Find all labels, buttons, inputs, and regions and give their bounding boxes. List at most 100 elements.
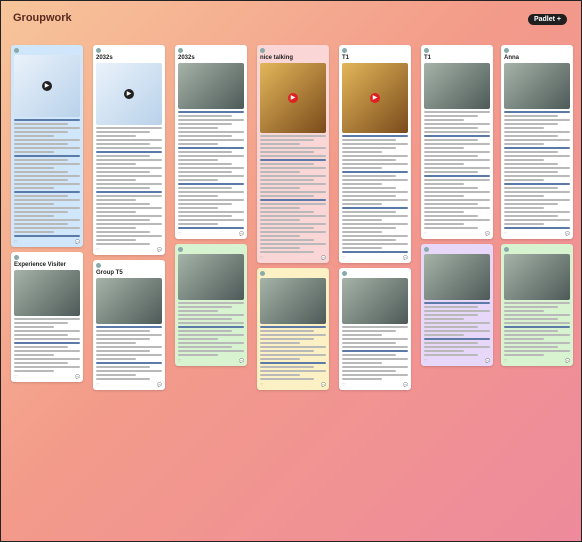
post-card[interactable]: ♡ 💬 — [421, 244, 493, 366]
text-line — [178, 211, 244, 213]
post-card[interactable]: 2032s ♡ 💬 — [175, 45, 247, 239]
text-line — [14, 227, 80, 229]
comment-icon[interactable]: 💬 — [321, 255, 326, 260]
like-icon[interactable]: ♡ — [504, 231, 508, 236]
post-card[interactable]: ♡ 💬 — [501, 244, 573, 366]
text-line — [504, 350, 570, 352]
photo-attachment[interactable] — [424, 63, 490, 109]
post-card[interactable]: nice talking ▶ ♡ 💬 — [257, 45, 329, 263]
like-icon[interactable]: ♡ — [424, 358, 428, 363]
text-line — [260, 191, 326, 193]
post-author — [96, 263, 162, 268]
comment-icon[interactable]: 💬 — [157, 247, 162, 252]
play-icon[interactable]: ▶ — [370, 93, 380, 103]
photo-attachment[interactable]: ▶ — [260, 63, 326, 133]
post-card[interactable]: Experience Visiter ♡ 💬 — [11, 252, 83, 382]
photo-attachment[interactable] — [504, 254, 570, 300]
text-line — [96, 199, 136, 201]
post-card[interactable]: T1 ▶ ♡ 💬 — [339, 45, 411, 263]
comment-icon[interactable]: 💬 — [75, 374, 80, 379]
text-line — [260, 366, 315, 368]
comment-icon[interactable]: 💬 — [403, 255, 408, 260]
text-line — [424, 195, 464, 197]
text-line — [178, 135, 233, 137]
post-body — [96, 127, 162, 245]
comment-icon[interactable]: 💬 — [321, 382, 326, 387]
post-card[interactable]: T1 ♡ 💬 — [421, 45, 493, 239]
comment-icon[interactable]: 💬 — [403, 382, 408, 387]
plus-icon[interactable]: + — [557, 16, 561, 23]
text-line — [14, 127, 80, 129]
photo-attachment[interactable]: ▶ — [342, 63, 408, 133]
like-icon[interactable]: ♡ — [14, 374, 18, 379]
post-title: T1 — [342, 55, 350, 61]
post-card[interactable]: Anna ♡ 💬 — [501, 45, 573, 239]
text-line — [178, 318, 233, 320]
padlet-brand-button[interactable]: Padlet + — [527, 14, 567, 25]
comment-icon[interactable]: 💬 — [565, 231, 570, 236]
post-body — [504, 302, 570, 356]
like-icon[interactable]: ♡ — [342, 382, 346, 387]
text-line — [342, 247, 382, 249]
text-line — [260, 167, 326, 169]
post-card[interactable]: Group T5 ♡ 💬 — [93, 260, 165, 390]
post-card[interactable]: ▶ ♡ 💬 — [11, 45, 83, 247]
like-icon[interactable]: ♡ — [14, 239, 18, 244]
comment-icon[interactable]: 💬 — [565, 358, 570, 363]
text-line — [178, 187, 233, 189]
text-line — [96, 167, 162, 169]
photo-attachment[interactable] — [342, 278, 408, 324]
post-card[interactable]: ♡ 💬 — [257, 268, 329, 390]
like-icon[interactable]: ♡ — [260, 382, 264, 387]
comment-icon[interactable]: 💬 — [75, 239, 80, 244]
photo-attachment[interactable] — [178, 63, 244, 109]
comment-icon[interactable]: 💬 — [485, 231, 490, 236]
like-icon[interactable]: ♡ — [504, 358, 508, 363]
post-card[interactable]: ♡ 💬 — [339, 268, 411, 390]
play-icon[interactable]: ▶ — [124, 89, 134, 99]
like-icon[interactable]: ♡ — [424, 231, 428, 236]
map-attachment[interactable]: ▶ — [96, 63, 162, 125]
like-icon[interactable]: ♡ — [96, 247, 100, 252]
like-icon[interactable]: ♡ — [178, 231, 182, 236]
like-icon[interactable]: ♡ — [96, 382, 100, 387]
comment-icon[interactable]: 💬 — [239, 231, 244, 236]
text-line — [424, 318, 464, 320]
board-column: ▶ ♡ 💬 Experience Visiter ♡ 💬 — [11, 45, 83, 387]
text-line — [342, 251, 408, 253]
play-icon[interactable]: ▶ — [42, 81, 52, 91]
post-card[interactable]: 2032s ▶ ♡ 💬 — [93, 45, 165, 255]
map-attachment[interactable]: ▶ — [14, 55, 80, 117]
comment-icon[interactable]: 💬 — [239, 358, 244, 363]
photo-attachment[interactable] — [424, 254, 490, 300]
comment-icon[interactable]: 💬 — [157, 382, 162, 387]
photo-attachment[interactable] — [14, 270, 80, 316]
text-line — [178, 342, 244, 344]
text-line — [96, 378, 151, 380]
text-line — [504, 338, 544, 340]
text-line — [178, 330, 233, 332]
text-line — [424, 199, 490, 201]
text-line — [96, 155, 151, 157]
like-icon[interactable]: ♡ — [260, 255, 264, 260]
photo-attachment[interactable] — [504, 63, 570, 109]
photo-attachment[interactable] — [178, 254, 244, 300]
text-line — [14, 334, 69, 336]
play-icon[interactable]: ▶ — [288, 93, 298, 103]
text-line — [424, 143, 490, 145]
photo-attachment[interactable] — [260, 278, 326, 324]
post-card[interactable]: ♡ 💬 — [175, 244, 247, 366]
text-line — [96, 211, 136, 213]
avatar — [342, 48, 347, 53]
comment-icon[interactable]: 💬 — [485, 358, 490, 363]
post-title: 2032s — [96, 55, 113, 61]
text-line — [96, 215, 162, 217]
text-line — [342, 362, 382, 364]
photo-attachment[interactable] — [96, 278, 162, 324]
post-author — [178, 247, 244, 252]
text-line — [424, 167, 490, 169]
post-author — [14, 255, 80, 260]
like-icon[interactable]: ♡ — [342, 255, 346, 260]
text-line — [14, 338, 80, 340]
like-icon[interactable]: ♡ — [178, 358, 182, 363]
